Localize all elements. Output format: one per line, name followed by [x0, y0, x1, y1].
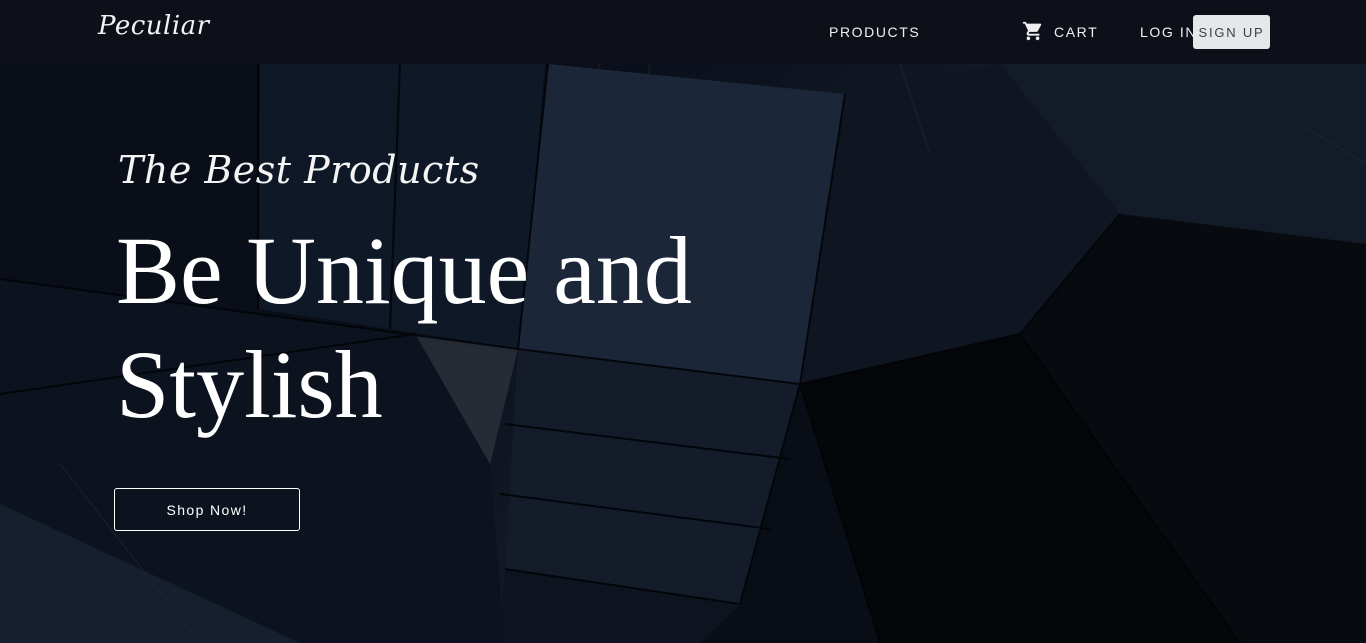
headline-line-2: Stylish — [116, 331, 383, 438]
brand-logo[interactable]: Peculiar — [98, 11, 210, 41]
hero-tagline: The Best Products — [118, 148, 480, 192]
cart-icon — [1022, 20, 1044, 42]
cart-label: CART — [1054, 24, 1099, 40]
hero-headline: Be Unique and Stylish — [116, 214, 816, 442]
nav-link-login[interactable]: LOG IN — [1140, 24, 1197, 40]
hero-section: The Best Products Be Unique and Stylish … — [0, 64, 1366, 643]
headline-line-1: Be Unique and — [116, 217, 692, 324]
signup-button[interactable]: SIGN UP — [1193, 15, 1270, 49]
nav-link-cart[interactable]: CART — [1022, 20, 1098, 42]
top-navbar: Peculiar PRODUCTS CART LOG IN SIGN UP — [0, 0, 1366, 64]
shop-now-button[interactable]: Shop Now! — [114, 488, 300, 531]
nav-link-products[interactable]: PRODUCTS — [829, 24, 920, 40]
